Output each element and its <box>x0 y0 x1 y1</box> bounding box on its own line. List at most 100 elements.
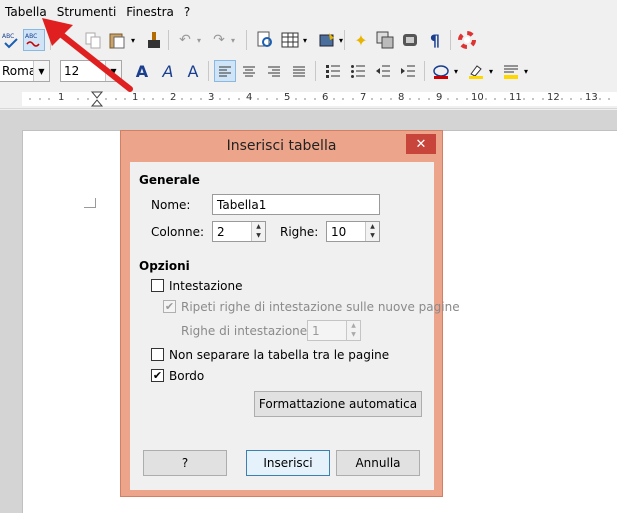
paste-dropdown-icon[interactable]: ▾ <box>128 29 138 51</box>
menu-strumenti[interactable]: Strumenti <box>57 5 117 19</box>
autoformat-button[interactable]: Formattazione automatica <box>254 391 422 417</box>
horizontal-ruler[interactable]: 1 1 2 3 4 5 6 7 8 9 10 11 12 13 <box>0 89 617 109</box>
header-rows-spin-arrows[interactable]: ▲ ▼ <box>346 321 360 340</box>
general-heading: Generale <box>139 173 200 187</box>
ruler-number: 3 <box>208 92 215 103</box>
columns-stepper[interactable]: 2 ▲ ▼ <box>212 221 266 242</box>
header-checkbox[interactable] <box>151 279 164 292</box>
align-right-icon[interactable] <box>263 60 285 82</box>
paste-icon[interactable] <box>106 29 128 51</box>
background-color-icon[interactable] <box>500 60 522 82</box>
chevron-down-icon[interactable]: ▼ <box>105 61 121 81</box>
close-icon[interactable]: ✕ <box>406 134 436 154</box>
header-rows-value: 1 <box>312 323 320 338</box>
svg-text:ABC: ABC <box>25 33 37 40</box>
spin-down-icon[interactable]: ▼ <box>347 330 360 339</box>
text-boundary-mark <box>84 198 96 208</box>
ruler-number: 13 <box>585 92 598 103</box>
spin-up-icon[interactable]: ▲ <box>366 222 379 231</box>
background-dropdown-icon[interactable]: ▾ <box>521 60 531 82</box>
border-label: Bordo <box>169 369 205 383</box>
bullets-icon[interactable] <box>347 60 369 82</box>
formatting-marks-icon[interactable]: ¶ <box>424 29 446 51</box>
menu-finestra[interactable]: Finestra <box>126 5 174 19</box>
repeat-header-label: Ripeti righe di intestazione sulle nuove… <box>181 300 460 314</box>
align-center-icon[interactable] <box>238 60 260 82</box>
border-checkbox[interactable]: ✔ <box>151 369 164 382</box>
header-label: Intestazione <box>169 279 243 293</box>
increase-indent-icon[interactable] <box>397 60 419 82</box>
redo-dropdown-icon[interactable]: ▾ <box>228 29 238 51</box>
separator <box>424 61 425 81</box>
font-size-combo[interactable]: 12 ▼ <box>60 60 122 82</box>
highlighting-icon[interactable] <box>465 60 487 82</box>
spin-up-icon[interactable]: ▲ <box>252 222 265 231</box>
font-size-value: 12 <box>64 64 80 78</box>
rows-stepper[interactable]: 10 ▲ ▼ <box>326 221 380 242</box>
undo-icon[interactable]: ↶ <box>174 29 196 51</box>
insert-button[interactable]: Inserisci <box>246 450 330 476</box>
highlighting-dropdown-icon[interactable]: ▾ <box>486 60 496 82</box>
ruler-number: 2 <box>170 92 177 103</box>
svg-text:ABC: ABC <box>2 33 14 40</box>
separator <box>246 30 247 50</box>
clone-formatting-icon[interactable] <box>143 29 165 51</box>
rows-value: 10 <box>331 224 347 239</box>
decrease-indent-icon[interactable] <box>372 60 394 82</box>
font-color-icon[interactable] <box>430 60 452 82</box>
options-heading: Opzioni <box>139 259 190 273</box>
spin-down-icon[interactable]: ▼ <box>366 231 379 240</box>
table-name-value: Tabella1 <box>217 197 267 212</box>
decrease-font-icon[interactable]: A <box>157 60 179 82</box>
rows-label: Righe: <box>280 225 319 239</box>
repeat-header-checkbox[interactable]: ✔ <box>163 300 176 313</box>
table-name-field[interactable]: Tabella1 <box>212 194 380 215</box>
no-split-checkbox[interactable] <box>151 348 164 361</box>
ruler-number: 1 <box>132 92 139 103</box>
header-rows-stepper[interactable]: 1 ▲ ▼ <box>307 320 361 341</box>
undo-dropdown-icon[interactable]: ▾ <box>194 29 204 51</box>
align-left-icon[interactable] <box>214 60 236 82</box>
increase-font-icon[interactable]: A <box>131 60 153 82</box>
ruler-number: 6 <box>322 92 329 103</box>
table-dropdown-icon[interactable]: ▾ <box>300 29 310 51</box>
font-effect-icon[interactable]: A <box>182 60 204 82</box>
ruler-number: 8 <box>398 92 405 103</box>
navigator-icon[interactable]: ✦ <box>350 29 372 51</box>
autospellcheck-icon[interactable]: ABC <box>23 29 45 51</box>
menu-bar: Tabella Strumenti Finestra ? <box>0 0 617 24</box>
insert-table-dialog: Inserisci tabella ✕ Generale Nome: Tabel… <box>120 130 460 497</box>
justify-icon[interactable] <box>288 60 310 82</box>
separator <box>50 30 51 50</box>
gallery-icon[interactable] <box>374 29 396 51</box>
separator <box>208 61 209 81</box>
separator <box>168 30 169 50</box>
ruler-number: 10 <box>471 92 484 103</box>
menu-help[interactable]: ? <box>184 5 190 19</box>
data-sources-icon[interactable] <box>399 29 421 51</box>
font-color-dropdown-icon[interactable]: ▾ <box>451 60 461 82</box>
ruler-number: 7 <box>360 92 367 103</box>
spellcheck-icon[interactable]: ABC <box>0 29 22 51</box>
ruler-ticks <box>22 91 617 107</box>
copy-icon[interactable] <box>82 29 104 51</box>
ruler-number: 1 <box>58 92 65 103</box>
help-lifebuoy-icon[interactable] <box>456 29 478 51</box>
chevron-down-icon[interactable]: ▼ <box>33 61 49 81</box>
separator <box>344 30 345 50</box>
rows-spin-arrows[interactable]: ▲ ▼ <box>365 222 379 241</box>
table-icon[interactable] <box>279 29 301 51</box>
find-replace-icon[interactable] <box>254 29 276 51</box>
spin-up-icon[interactable]: ▲ <box>347 321 360 330</box>
ruler-number: 4 <box>246 92 253 103</box>
numbering-icon[interactable] <box>322 60 344 82</box>
redo-icon[interactable]: ↷ <box>208 29 230 51</box>
insert-image-icon[interactable] <box>316 29 338 51</box>
menu-tabella[interactable]: Tabella <box>5 5 47 19</box>
spin-down-icon[interactable]: ▼ <box>252 231 265 240</box>
columns-spin-arrows[interactable]: ▲ ▼ <box>251 222 265 241</box>
help-button[interactable]: ? <box>143 450 227 476</box>
cancel-button[interactable]: Annulla <box>336 450 420 476</box>
font-name-combo[interactable]: Roman ▼ <box>0 60 50 82</box>
dialog-body: Generale Nome: Tabella1 Colonne: 2 ▲ ▼ Ri… <box>130 162 460 490</box>
